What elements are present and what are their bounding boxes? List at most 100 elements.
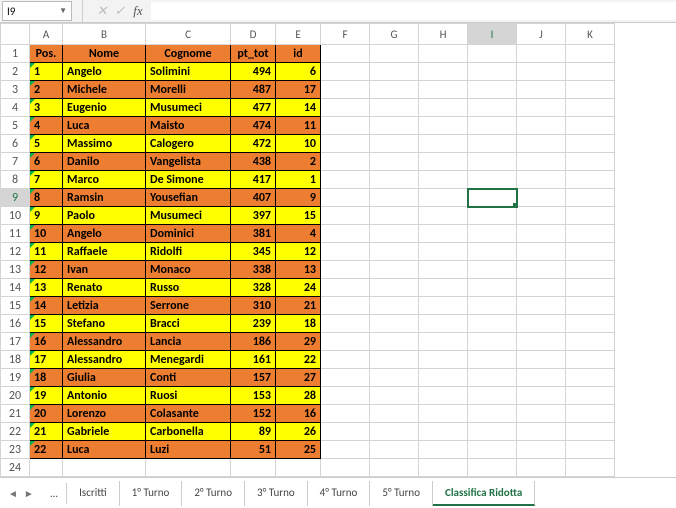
cell-D15[interactable]: 310: [231, 297, 276, 315]
cell-E23[interactable]: 25: [276, 441, 321, 459]
col-head-B[interactable]: B: [63, 24, 146, 45]
formula-input[interactable]: [151, 2, 676, 20]
row-head-8[interactable]: 8: [1, 171, 30, 189]
cell-J5[interactable]: [517, 117, 566, 135]
cell-I15[interactable]: [468, 297, 517, 315]
cell-A18[interactable]: 17: [30, 351, 63, 369]
cell-D16[interactable]: 239: [231, 315, 276, 333]
cell-J24[interactable]: [517, 459, 566, 477]
cell-D8[interactable]: 417: [231, 171, 276, 189]
row-head-2[interactable]: 2: [1, 63, 30, 81]
cell-A8[interactable]: 7: [30, 171, 63, 189]
cell-C17[interactable]: Lancia: [146, 333, 231, 351]
cell-E15[interactable]: 21: [276, 297, 321, 315]
cell-I23[interactable]: [468, 441, 517, 459]
cell-H22[interactable]: [419, 423, 468, 441]
cell-J2[interactable]: [517, 63, 566, 81]
row-head-10[interactable]: 10: [1, 207, 30, 225]
cell-E22[interactable]: 26: [276, 423, 321, 441]
cell-C20[interactable]: Ruosi: [146, 387, 231, 405]
cell-I6[interactable]: [468, 135, 517, 153]
cell-G19[interactable]: [370, 369, 419, 387]
header-E[interactable]: id: [276, 45, 321, 63]
cell-E8[interactable]: 1: [276, 171, 321, 189]
cell-E17[interactable]: 29: [276, 333, 321, 351]
cell-D11[interactable]: 381: [231, 225, 276, 243]
cell-F12[interactable]: [321, 243, 370, 261]
cell-K11[interactable]: [566, 225, 615, 243]
fx-icon[interactable]: fx: [129, 3, 147, 19]
cell-B8[interactable]: Marco: [63, 171, 146, 189]
cell-I7[interactable]: [468, 153, 517, 171]
cell-J21[interactable]: [517, 405, 566, 423]
cell-C22[interactable]: Carbonella: [146, 423, 231, 441]
cell-H23[interactable]: [419, 441, 468, 459]
sheet-tab[interactable]: Classifica Ridotta: [433, 481, 535, 506]
row-head-13[interactable]: 13: [1, 261, 30, 279]
cell-H14[interactable]: [419, 279, 468, 297]
cell-K6[interactable]: [566, 135, 615, 153]
cell-D23[interactable]: 51: [231, 441, 276, 459]
cell-K4[interactable]: [566, 99, 615, 117]
cell-B19[interactable]: Giulia: [63, 369, 146, 387]
cell-H3[interactable]: [419, 81, 468, 99]
cell-D7[interactable]: 438: [231, 153, 276, 171]
cell-I4[interactable]: [468, 99, 517, 117]
cell-I5[interactable]: [468, 117, 517, 135]
cell-A2[interactable]: 1: [30, 63, 63, 81]
cell-D18[interactable]: 161: [231, 351, 276, 369]
cell-J14[interactable]: [517, 279, 566, 297]
row-head-17[interactable]: 17: [1, 333, 30, 351]
cell-D13[interactable]: 338: [231, 261, 276, 279]
cell-J1[interactable]: [517, 45, 566, 63]
cell-B6[interactable]: Massimo: [63, 135, 146, 153]
cell-A24[interactable]: [30, 459, 63, 477]
cell-E14[interactable]: 24: [276, 279, 321, 297]
cell-A21[interactable]: 20: [30, 405, 63, 423]
cell-D2[interactable]: 494: [231, 63, 276, 81]
cell-J8[interactable]: [517, 171, 566, 189]
row-head-20[interactable]: 20: [1, 387, 30, 405]
cell-J18[interactable]: [517, 351, 566, 369]
row-head-12[interactable]: 12: [1, 243, 30, 261]
tab-nav-prev-icon[interactable]: ◄: [8, 487, 18, 500]
cancel-formula-icon[interactable]: ✕: [93, 4, 111, 19]
cell-F24[interactable]: [321, 459, 370, 477]
cell-H11[interactable]: [419, 225, 468, 243]
cell-H7[interactable]: [419, 153, 468, 171]
cell-A11[interactable]: 10: [30, 225, 63, 243]
cell-I16[interactable]: [468, 315, 517, 333]
cell-I24[interactable]: [468, 459, 517, 477]
cell-K24[interactable]: [566, 459, 615, 477]
sheet-tab[interactable]: 3° Turno: [245, 481, 308, 506]
cell-C11[interactable]: Dominici: [146, 225, 231, 243]
col-head-I[interactable]: I: [468, 24, 517, 45]
cell-E11[interactable]: 4: [276, 225, 321, 243]
cell-C21[interactable]: Colasante: [146, 405, 231, 423]
sheet-tab[interactable]: 1° Turno: [120, 481, 183, 506]
cell-C24[interactable]: [146, 459, 231, 477]
row-head-19[interactable]: 19: [1, 369, 30, 387]
cell-A22[interactable]: 21: [30, 423, 63, 441]
cell-A6[interactable]: 5: [30, 135, 63, 153]
cell-E20[interactable]: 28: [276, 387, 321, 405]
sheet-tab[interactable]: 5° Turno: [370, 481, 433, 506]
cell-B14[interactable]: Renato: [63, 279, 146, 297]
cell-F3[interactable]: [321, 81, 370, 99]
header-B[interactable]: Nome: [63, 45, 146, 63]
cell-K23[interactable]: [566, 441, 615, 459]
cell-C8[interactable]: De Simone: [146, 171, 231, 189]
cell-K2[interactable]: [566, 63, 615, 81]
cell-D10[interactable]: 397: [231, 207, 276, 225]
header-D[interactable]: pt_tot: [231, 45, 276, 63]
cell-F14[interactable]: [321, 279, 370, 297]
cell-K9[interactable]: [566, 189, 615, 207]
cell-B7[interactable]: Danilo: [63, 153, 146, 171]
cell-J22[interactable]: [517, 423, 566, 441]
name-box[interactable]: I9 ▼: [2, 1, 72, 21]
cell-B10[interactable]: Paolo: [63, 207, 146, 225]
col-head-G[interactable]: G: [370, 24, 419, 45]
cell-A5[interactable]: 4: [30, 117, 63, 135]
cell-C2[interactable]: Solimini: [146, 63, 231, 81]
cell-C18[interactable]: Menegardi: [146, 351, 231, 369]
